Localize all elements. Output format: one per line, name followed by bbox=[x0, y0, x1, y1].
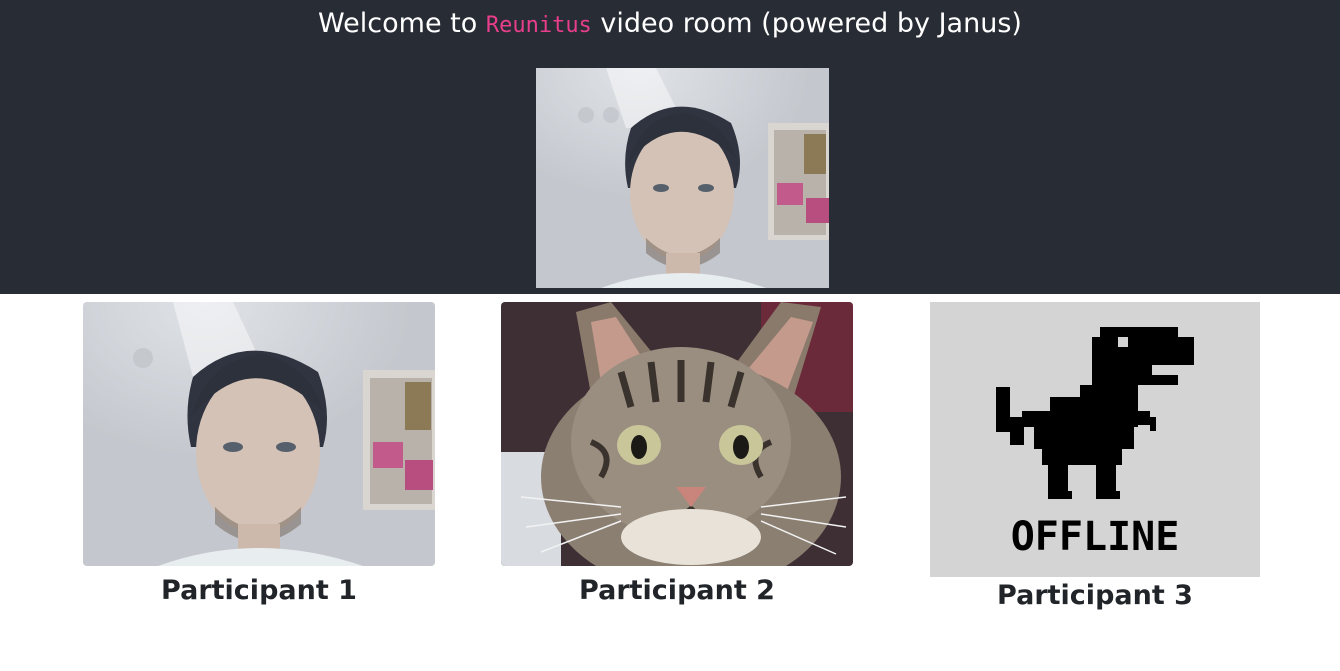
header-bar: Welcome to Reunitus video room (powered … bbox=[0, 0, 1340, 294]
offline-text: OFFLINE bbox=[1011, 514, 1180, 560]
tabby-cat-image bbox=[501, 302, 853, 566]
participant-1-video bbox=[83, 302, 435, 566]
room-name: Reunitus bbox=[485, 13, 592, 38]
offline-dinosaur-icon: OFFLINE bbox=[930, 302, 1260, 577]
page-title: Welcome to Reunitus video room (powered … bbox=[0, 6, 1340, 44]
person-webcam-image bbox=[536, 68, 829, 288]
local-video-feed bbox=[536, 68, 829, 288]
participant-2-label: Participant 2 bbox=[579, 575, 775, 606]
participant-3-label: Participant 3 bbox=[997, 580, 1193, 611]
person-webcam-image bbox=[83, 302, 435, 566]
participant-2-video bbox=[501, 302, 853, 566]
title-suffix: video room (powered by Janus) bbox=[600, 8, 1022, 39]
title-prefix: Welcome to bbox=[318, 8, 478, 39]
participant-1-label: Participant 1 bbox=[161, 575, 357, 606]
participant-3-video: OFFLINE bbox=[930, 302, 1260, 577]
